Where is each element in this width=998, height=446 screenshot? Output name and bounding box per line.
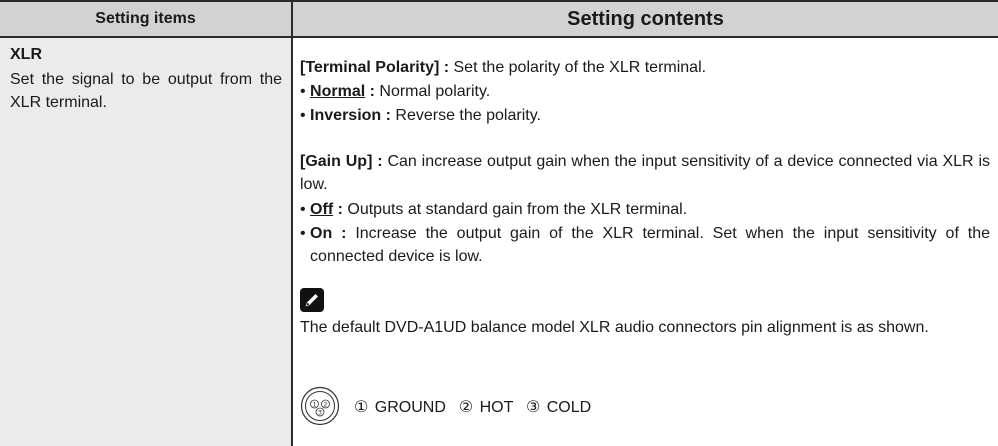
- inversion-desc: Reverse the polarity.: [390, 107, 541, 124]
- on-text: On : Increase the output gain of the XLR…: [310, 222, 990, 268]
- gain-heading-para: [Gain Up] : Can increase output gain whe…: [300, 150, 990, 196]
- off-sep: :: [333, 201, 343, 218]
- pencil-icon: [300, 288, 324, 312]
- pin-2-label: 2: [323, 401, 327, 409]
- item-description: Set the signal to be output from the XLR…: [10, 71, 282, 111]
- pin-3-label: 3: [318, 409, 322, 417]
- gain-option-off: • Off : Outputs at standard gain from th…: [300, 201, 688, 218]
- polarity-heading-line: [Terminal Polarity] : Set the polarity o…: [300, 56, 990, 79]
- table-header-row: Setting items Setting contents: [0, 0, 998, 38]
- normal-label: Normal: [310, 83, 366, 100]
- column-divider: [291, 0, 293, 446]
- pin-1-label: 1: [312, 401, 316, 409]
- off-desc: Outputs at standard gain from the XLR te…: [342, 201, 688, 218]
- off-label: Off: [310, 201, 334, 218]
- gain-option-on: • On : Increase the output gain of the X…: [300, 222, 990, 268]
- note-text: The default DVD-A1UD balance model XLR a…: [300, 319, 929, 336]
- polarity-option-inversion: • Inversion : Reverse the polarity.: [300, 107, 541, 124]
- header-setting-items: Setting items: [95, 10, 196, 27]
- normal-sep: :: [365, 83, 375, 100]
- settings-table: Setting items Setting contents XLR Set t…: [0, 0, 998, 446]
- on-desc: Increase the output gain of the XLR term…: [310, 225, 990, 265]
- item-title: XLR: [10, 46, 42, 63]
- polarity-heading: [Terminal Polarity] :: [300, 59, 450, 76]
- on-label: On :: [310, 225, 347, 242]
- polarity-option-normal: • Normal : Normal polarity.: [300, 83, 491, 100]
- gain-heading: [Gain Up] :: [300, 153, 383, 170]
- gain-heading-desc: Can increase output gain when the input …: [300, 153, 990, 193]
- normal-desc: Normal polarity.: [374, 83, 491, 100]
- inversion-label: Inversion :: [310, 107, 391, 124]
- xlr-connector-icon: 1 2 3: [300, 386, 340, 426]
- header-setting-contents: Setting contents: [567, 8, 724, 30]
- gain-on-row: • On : Increase the output gain of the X…: [300, 222, 990, 268]
- connector-legend: ① GROUND ② HOT ③ COLD: [354, 399, 592, 416]
- bullet: •: [300, 225, 311, 242]
- polarity-heading-desc: Set the polarity of the XLR terminal.: [449, 59, 707, 76]
